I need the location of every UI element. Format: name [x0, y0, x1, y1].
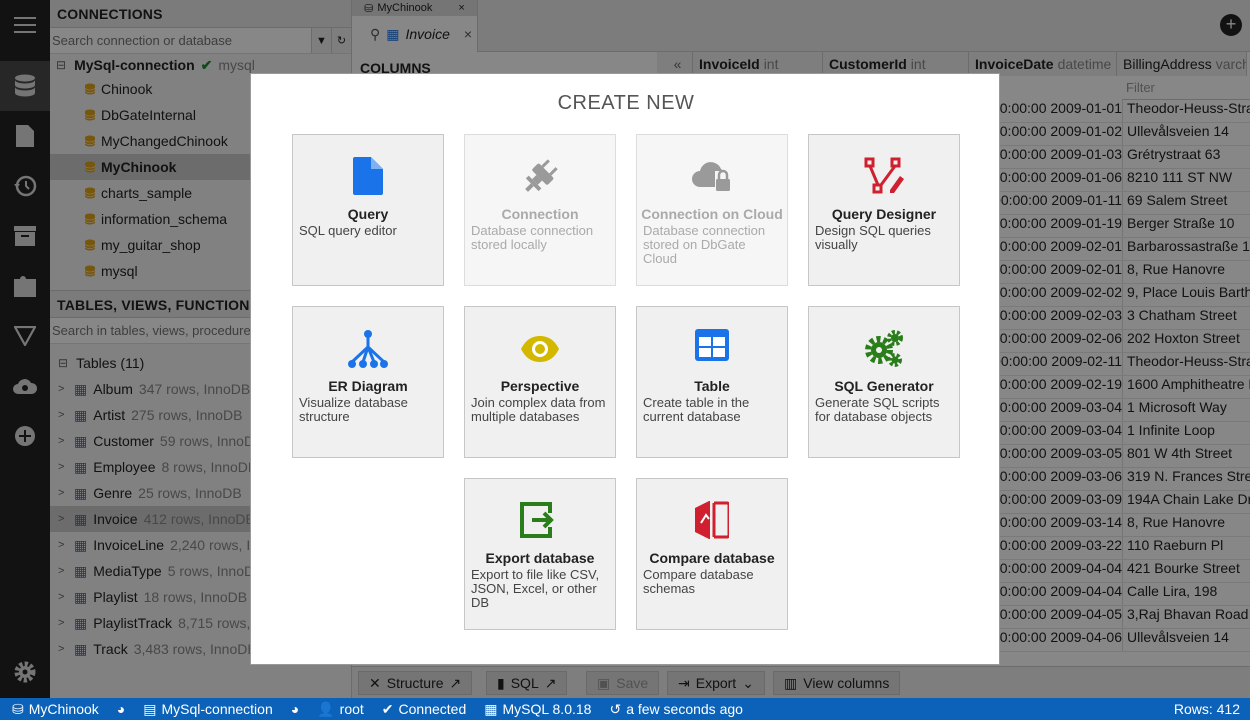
- row-count: Rows: 412: [1173, 701, 1240, 717]
- create-export-database-card[interactable]: Export database Export to file like CSV, …: [464, 478, 616, 630]
- card-title: Perspective: [500, 378, 580, 394]
- card-description: Compare database schemas: [643, 567, 754, 596]
- status-database-label: MyChinook: [28, 701, 99, 717]
- eye-icon: [465, 329, 615, 369]
- file-icon: [293, 157, 443, 197]
- gears-icon: [809, 329, 959, 369]
- create-query-designer-card[interactable]: Query Designer Design SQL queries visuall…: [808, 134, 960, 286]
- plug-icon: [465, 157, 615, 197]
- export-icon: [465, 501, 615, 541]
- card-description: Database connection stored locally: [471, 223, 594, 252]
- card-description: Join complex data from multiple database…: [471, 395, 606, 424]
- check-icon: ✔: [381, 700, 394, 717]
- card-title: Table: [694, 378, 730, 394]
- palette-icon[interactable]: ◕: [291, 701, 299, 717]
- create-er-diagram-card[interactable]: ER Diagram Visualize database structure: [292, 306, 444, 458]
- server-icon: ▤: [143, 700, 157, 717]
- status-server: ▦ MySQL 8.0.18: [484, 701, 591, 718]
- create-new-dialog: CREATE NEW Query SQL query editor Connecti…: [250, 73, 1000, 665]
- database-icon: ⛁: [12, 700, 24, 717]
- card-title: Query Designer: [831, 206, 937, 222]
- status-connected-label: Connected: [398, 701, 467, 717]
- cloud-lock-icon: [637, 157, 787, 197]
- user-icon: 👤: [317, 700, 335, 717]
- status-time: ↺ a few seconds ago: [609, 701, 742, 718]
- create-compare-database-card[interactable]: Compare database Compare database schemas: [636, 478, 788, 630]
- status-connection-label: MySql-connection: [161, 701, 273, 717]
- status-user: 👤 root: [317, 701, 364, 718]
- card-title: Compare database: [649, 550, 775, 566]
- card-title: ER Diagram: [328, 378, 408, 394]
- card-title: Connection on Cloud: [641, 206, 783, 222]
- table-icon: [637, 329, 787, 369]
- status-connected: ✔ Connected: [382, 701, 466, 718]
- status-database[interactable]: ⛁ MyChinook: [12, 701, 99, 718]
- card-description: SQL query editor: [299, 223, 397, 238]
- card-description: Create table in the current database: [643, 395, 750, 424]
- status-user-label: root: [339, 701, 364, 717]
- card-description: Export to file like CSV, JSON, Excel, or…: [471, 567, 600, 610]
- card-description: Generate SQL scripts for database object…: [815, 395, 940, 424]
- card-title: SQL Generator: [834, 378, 934, 394]
- create-sql-generator-card[interactable]: SQL Generator Generate SQL scripts for da…: [808, 306, 960, 458]
- card-description: Database connection stored on DbGate Clo…: [643, 223, 766, 266]
- create-connection-on-cloud-card: Connection on Cloud Database connection s…: [636, 134, 788, 286]
- dialog-title: CREATE NEW: [557, 92, 695, 114]
- create-table-card[interactable]: Table Create table in the current databas…: [636, 306, 788, 458]
- history-icon: ↺: [609, 700, 622, 717]
- create-query-card[interactable]: Query SQL query editor: [292, 134, 444, 286]
- compare-icon: [637, 501, 787, 541]
- create-connection-card: Connection Database connection stored loc…: [464, 134, 616, 286]
- er-diagram-icon: [293, 329, 443, 369]
- card-title: Connection: [501, 206, 579, 222]
- status-server-label: MySQL 8.0.18: [502, 701, 592, 717]
- status-time-label: a few seconds ago: [626, 701, 743, 717]
- card-description: Visualize database structure: [299, 395, 408, 424]
- palette-icon[interactable]: ◕: [117, 701, 125, 717]
- status-bar: ⛁ MyChinook ◕ ▤ MySql-connection ◕ 👤 root ✔…: [0, 698, 1250, 720]
- card-description: Design SQL queries visually: [815, 223, 931, 252]
- card-title: Export database: [485, 550, 595, 566]
- card-title: Query: [347, 206, 389, 222]
- create-perspective-card[interactable]: Perspective Join complex data from multip…: [464, 306, 616, 458]
- query-designer-icon: [809, 157, 959, 197]
- status-connection[interactable]: ▤ MySql-connection: [143, 701, 273, 718]
- server-version-icon: ▦: [484, 700, 498, 717]
